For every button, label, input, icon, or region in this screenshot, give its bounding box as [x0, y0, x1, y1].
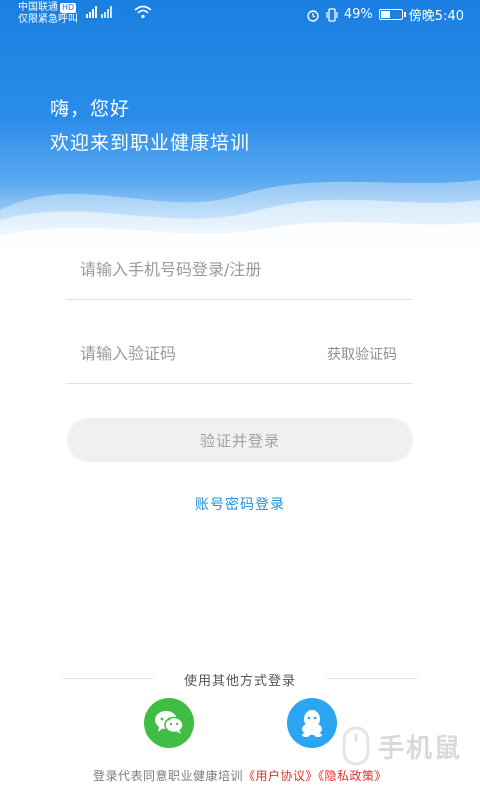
agreement-prefix: 登录代表同意职业健康培训 — [92, 769, 243, 783]
phone-field — [66, 240, 413, 300]
greeting-block: 嗨，您好 欢迎来到职业健康培训 — [50, 92, 250, 160]
code-field: 获取验证码 — [66, 324, 413, 384]
wifi-icon — [134, 5, 152, 19]
signal-strength-icon — [86, 6, 97, 18]
watermark-text: 手机鼠 — [377, 733, 462, 764]
privacy-policy-link[interactable]: 《隐私政策》 — [318, 769, 387, 783]
carrier-info: 中国联通 HD 仅限紧急呼叫 — [18, 2, 78, 26]
carrier-name: 中国联通 — [18, 2, 58, 13]
battery-icon — [378, 9, 406, 20]
qq-icon — [302, 710, 322, 737]
greeting-text: 嗨，您好 — [50, 98, 131, 120]
user-agreement-link[interactable]: 《用户协议》 — [243, 769, 318, 783]
battery-percent: 49% — [343, 7, 373, 22]
other-login-label: 使用其他方式登录 — [183, 674, 296, 689]
signal-strength-icon — [101, 6, 112, 18]
hd-badge: HD — [60, 3, 77, 13]
welcome-text: 欢迎来到职业健康培训 — [50, 132, 251, 154]
verification-code-input[interactable] — [80, 324, 310, 382]
clock: 傍晚5:40 — [408, 9, 464, 24]
signal-icons — [86, 6, 112, 18]
wechat-login-button[interactable] — [144, 698, 194, 748]
vibrate-icon — [326, 7, 338, 22]
wechat-icon — [155, 711, 184, 734]
agreement-text: 登录代表同意职业健康培训《用户协议》《隐私政策》 — [0, 767, 480, 784]
password-login-link[interactable]: 账号密码登录 — [0, 494, 480, 514]
qq-login-button[interactable] — [287, 698, 337, 748]
alarm-icon — [307, 9, 319, 22]
status-right: 49% 傍晚5:40 — [306, 5, 464, 24]
emergency-text: 仅限紧急呼叫 — [18, 14, 78, 25]
status-bar: 中国联通 HD 仅限紧急呼叫 49% 傍晚5:40 — [0, 0, 480, 28]
mouse-logo-icon — [342, 726, 370, 766]
watermark: 手机鼠 — [340, 726, 462, 766]
divider-right — [326, 678, 418, 679]
battery-level-fill — [380, 11, 390, 18]
verify-login-button[interactable]: 验证并登录 — [67, 418, 413, 462]
phone-input[interactable] — [80, 240, 310, 298]
get-code-button[interactable]: 获取验证码 — [327, 344, 397, 364]
